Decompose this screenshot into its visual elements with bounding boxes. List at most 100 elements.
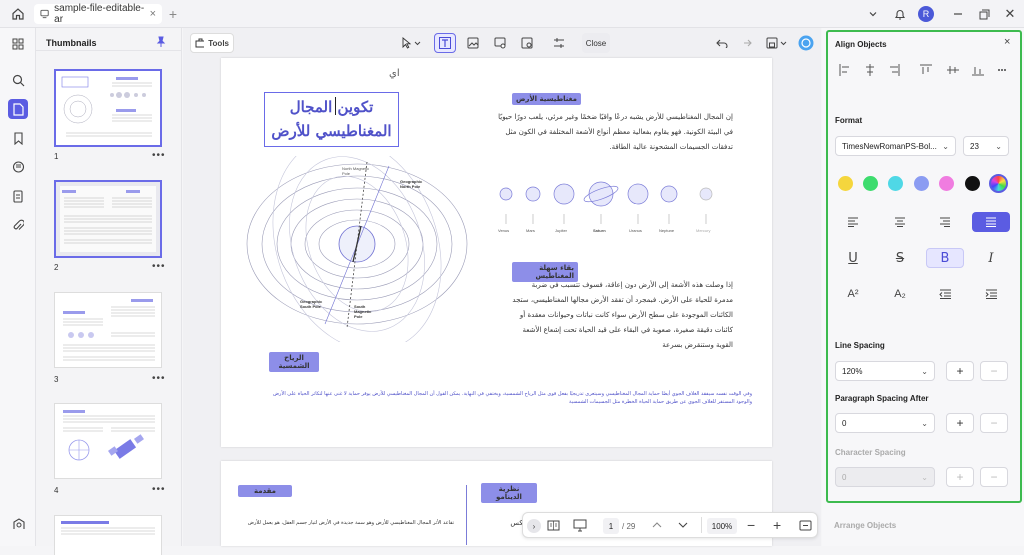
align-top-icon[interactable] bbox=[914, 62, 930, 78]
color-swatch-pink[interactable] bbox=[939, 176, 954, 191]
close-tab-icon[interactable]: × bbox=[150, 8, 156, 20]
thumbnail-more-icon[interactable]: ••• bbox=[152, 261, 166, 272]
thumbnail-more-icon[interactable]: ••• bbox=[152, 484, 166, 495]
text-justify-button[interactable] bbox=[972, 212, 1010, 232]
thumbnail-page-number: 1 bbox=[54, 152, 59, 161]
collapse-nav-icon[interactable]: › bbox=[527, 519, 541, 533]
page-title-line-2[interactable]: المغناطيسي للأرض bbox=[265, 120, 398, 142]
more-align-icon[interactable] bbox=[992, 62, 1008, 78]
header-footer-tool-button[interactable] bbox=[548, 33, 570, 53]
align-objects-title: Align Objects bbox=[835, 40, 887, 49]
color-swatch-yellow[interactable] bbox=[838, 176, 853, 191]
color-swatch-black[interactable] bbox=[965, 176, 980, 191]
paragraph-spacing-select[interactable]: 0 ⌄ bbox=[835, 413, 935, 433]
zoom-in-icon[interactable]: + bbox=[773, 517, 781, 533]
align-left-icon[interactable] bbox=[836, 62, 852, 78]
selected-title-box[interactable]: تكوين المجال المغناطيسي للأرض bbox=[264, 92, 399, 147]
ai-assistant-icon[interactable] bbox=[796, 33, 816, 53]
indent-icon bbox=[985, 289, 997, 299]
text-align-right-button[interactable] bbox=[926, 212, 964, 232]
thumbnails-icon[interactable] bbox=[8, 99, 28, 119]
align-middle-icon[interactable] bbox=[940, 62, 956, 78]
subscript-button[interactable]: A₂ bbox=[881, 284, 919, 304]
next-page-icon[interactable] bbox=[677, 519, 689, 531]
font-size-select[interactable]: 23 ⌄ bbox=[963, 136, 1009, 156]
line-spacing-select[interactable]: 120% ⌄ bbox=[835, 361, 935, 381]
thumbnail-more-icon[interactable]: ••• bbox=[152, 150, 166, 161]
line-spacing-increase-button[interactable]: + bbox=[946, 361, 974, 381]
save-icon[interactable] bbox=[764, 33, 790, 53]
stamp-icon[interactable] bbox=[8, 186, 28, 206]
home-icon[interactable] bbox=[10, 6, 26, 22]
image-tool-button[interactable] bbox=[462, 33, 484, 53]
attachment-icon[interactable] bbox=[8, 215, 28, 235]
increase-indent-button[interactable] bbox=[972, 284, 1010, 304]
close-window-icon[interactable]: ✕ bbox=[1002, 6, 1018, 22]
page-number-input[interactable]: 1 bbox=[603, 518, 619, 534]
restore-icon[interactable] bbox=[976, 6, 992, 22]
align-center-icon[interactable] bbox=[862, 62, 878, 78]
planet-label: Mars bbox=[526, 228, 535, 233]
page-title-line-1[interactable]: تكوين المجال bbox=[265, 93, 398, 120]
fit-page-icon[interactable] bbox=[799, 519, 812, 532]
align-right-icon[interactable] bbox=[888, 62, 904, 78]
reading-mode-icon[interactable] bbox=[547, 519, 560, 532]
intro-paragraph[interactable]: تقاعد الأثر المجال المغناطيسي للأرض وهو … bbox=[229, 519, 454, 527]
zoom-out-icon[interactable]: − bbox=[747, 517, 755, 533]
text-align-left-button[interactable] bbox=[834, 212, 872, 232]
thumbnail-page-3[interactable] bbox=[54, 292, 162, 368]
decrease-indent-button[interactable] bbox=[926, 284, 964, 304]
undo-icon[interactable] bbox=[712, 33, 732, 53]
comment-icon[interactable] bbox=[8, 157, 28, 177]
thumbnail-more-icon[interactable]: ••• bbox=[152, 373, 166, 384]
thumbnail-page-2[interactable] bbox=[54, 180, 162, 258]
paragraph-2[interactable]: إذا وصلت هذه الأشعة إلى الأرض دون إعاقة،… bbox=[511, 278, 733, 353]
text-align-right-icon bbox=[940, 217, 950, 227]
watermark-tool-button[interactable] bbox=[516, 33, 538, 53]
color-picker-icon[interactable] bbox=[989, 174, 1008, 193]
paragraph-1[interactable]: إن المجال المغناطيسي للأرض يشبه درعًا وا… bbox=[493, 110, 733, 155]
panel-toggle-icon[interactable] bbox=[8, 34, 28, 54]
link-tool-button[interactable] bbox=[489, 33, 511, 53]
italic-button[interactable]: I bbox=[972, 248, 1010, 268]
color-swatch-periwinkle[interactable] bbox=[914, 176, 929, 191]
thumbnail-page-1[interactable] bbox=[54, 69, 162, 147]
paragraph-spacing-increase-button[interactable]: + bbox=[946, 413, 974, 433]
search-icon[interactable] bbox=[8, 70, 28, 90]
paragraph-spacing-decrease-button[interactable]: − bbox=[980, 413, 1008, 433]
document-page-1[interactable]: اي تكوين المجال المغناطيسي للأرض North M… bbox=[221, 58, 772, 447]
align-bottom-icon[interactable] bbox=[966, 62, 982, 78]
thumbnail-page-5[interactable] bbox=[54, 515, 162, 555]
select-tool-button[interactable] bbox=[394, 33, 428, 53]
zoom-level-input[interactable]: 100% bbox=[707, 518, 737, 534]
strikethrough-button[interactable]: S bbox=[881, 248, 919, 268]
bottom-paragraph[interactable]: وفي الوقت نفسه سيفقد الغلاف الجوي أيضًا … bbox=[269, 390, 752, 406]
pin-icon[interactable] bbox=[156, 36, 166, 48]
bookmark-icon[interactable] bbox=[8, 128, 28, 148]
line-spacing-decrease-button[interactable]: − bbox=[980, 361, 1008, 381]
text-tool-button[interactable] bbox=[434, 33, 456, 53]
present-icon[interactable] bbox=[573, 519, 587, 532]
avatar[interactable]: R bbox=[918, 6, 934, 22]
close-edit-button[interactable]: Close bbox=[582, 33, 610, 53]
close-panel-icon[interactable]: × bbox=[1004, 36, 1010, 48]
text-align-center-button[interactable] bbox=[881, 212, 919, 232]
bold-button[interactable]: B bbox=[926, 248, 964, 268]
font-family-select[interactable]: TimesNewRomanPS-Bol... ⌄ bbox=[835, 136, 956, 156]
underline-button[interactable]: U bbox=[834, 248, 872, 268]
superscript-button[interactable]: A² bbox=[834, 284, 872, 304]
minimize-icon[interactable] bbox=[950, 6, 966, 22]
color-swatch-green[interactable] bbox=[863, 176, 878, 191]
bell-icon[interactable] bbox=[892, 6, 908, 22]
minus-icon: − bbox=[990, 470, 998, 484]
chevron-down-icon[interactable] bbox=[866, 7, 880, 21]
color-swatch-cyan[interactable] bbox=[888, 176, 903, 191]
tools-button[interactable]: Tools bbox=[190, 33, 234, 53]
settings-icon[interactable] bbox=[8, 514, 28, 534]
previous-page-icon[interactable] bbox=[651, 519, 663, 531]
document-tab[interactable]: sample-file-editable-ar × bbox=[34, 3, 162, 25]
redo-icon[interactable] bbox=[736, 33, 756, 53]
thumbnail-page-4[interactable] bbox=[54, 403, 162, 479]
new-tab-icon[interactable]: + bbox=[166, 6, 180, 22]
close-edit-label: Close bbox=[585, 38, 607, 48]
